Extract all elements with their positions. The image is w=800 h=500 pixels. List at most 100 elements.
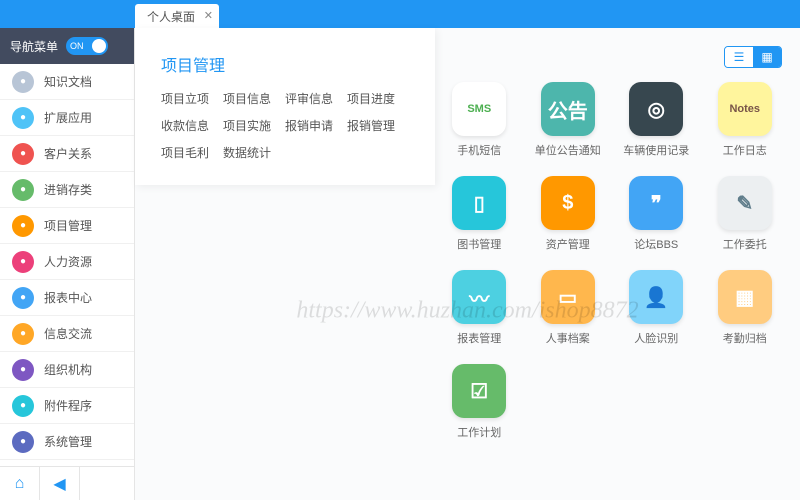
app-label: 报表管理 — [457, 330, 501, 346]
app-tile-12[interactable]: ☑工作计划 — [442, 364, 517, 440]
app-icon: ▭ — [541, 270, 595, 324]
nav-toggle-switch[interactable]: ON — [66, 37, 108, 55]
sidebar-item-6[interactable]: ●报表中心 — [0, 280, 134, 316]
nav-icon: ● — [12, 395, 34, 417]
popup-title: 项目管理 — [161, 52, 409, 76]
app-icon: 〰 — [452, 270, 506, 324]
sidebar-item-9[interactable]: ● 附件程序 — [0, 388, 134, 424]
app-tile-1[interactable]: 公告单位公告通知 — [531, 82, 606, 158]
app-icon: 👤 — [629, 270, 683, 324]
nav-icon: ● — [12, 215, 34, 237]
app-tile-5[interactable]: $ 资产管理 — [531, 176, 606, 252]
app-label: 图书管理 — [457, 236, 501, 252]
nav-icon: ● — [12, 431, 34, 453]
top-bar: 个人桌面 ✕ — [0, 0, 800, 28]
app-icon: $ — [541, 176, 595, 230]
nav-label: 信息交流 — [44, 325, 92, 342]
nav-label: 进销存类 — [44, 181, 92, 198]
home-icon[interactable]: ⌂ — [0, 467, 40, 500]
sidebar-item-10[interactable]: ● 系统管理 — [0, 424, 134, 460]
app-label: 人脸识别 — [634, 330, 678, 346]
nav-label: 项目管理 — [44, 217, 92, 234]
popup-link-4[interactable]: 收款信息 — [161, 117, 223, 134]
nav-label: 扩展应用 — [44, 109, 92, 126]
app-label: 资产管理 — [546, 236, 590, 252]
desktop-panel: ☰ ▦ SMS 手机短信 公告单位公告通知 ◎ 车辆使用记录 Notes 工作日志 ▯ 图书管理… — [442, 46, 782, 440]
sidebar-item-3[interactable]: ● 进销存类 — [0, 172, 134, 208]
popup-link-3[interactable]: 项目进度 — [347, 90, 409, 107]
app-icon: ❞ — [629, 176, 683, 230]
sidebar-item-5[interactable]: ● 人力资源 — [0, 244, 134, 280]
tab-label: 个人桌面 — [147, 8, 195, 25]
popup-links: 项目立项项目信息评审信息项目进度收款信息项目实施报销申请报销管理项目毛利数据统计 — [161, 90, 409, 161]
app-label: 考勤归档 — [723, 330, 767, 346]
popup-link-0[interactable]: 项目立项 — [161, 90, 223, 107]
app-label: 论坛BBS — [634, 236, 678, 252]
popup-link-7[interactable]: 报销管理 — [347, 117, 409, 134]
view-grid-button[interactable]: ▦ — [753, 47, 781, 67]
app-label: 工作委托 — [723, 236, 767, 252]
nav-icon: ● — [12, 143, 34, 165]
nav-icon: ● — [12, 251, 34, 273]
popup-link-1[interactable]: 项目信息 — [223, 90, 285, 107]
nav-icon: ● — [12, 71, 34, 93]
app-label: 工作日志 — [723, 142, 767, 158]
sidebar-item-2[interactable]: ● 客户关系 — [0, 136, 134, 172]
nav-list: ●知识文档●扩展应用●客户关系●进销存类●项目管理●人力资源●报表中心●信息交流… — [0, 64, 134, 466]
left-icon[interactable]: ◀ — [40, 467, 80, 500]
nav-icon: ● — [12, 323, 34, 345]
app-tile-6[interactable]: ❞ 论坛BBS — [619, 176, 694, 252]
app-icon: ▦ — [718, 270, 772, 324]
popup-link-8[interactable]: 项目毛利 — [161, 144, 223, 161]
app-icon: ✎ — [718, 176, 772, 230]
nav-label: 人力资源 — [44, 253, 92, 270]
app-icon: ☑ — [452, 364, 506, 418]
nav-icon: ● — [12, 287, 34, 309]
nav-toggle-bar: 导航菜单 ON — [0, 28, 134, 64]
sidebar: 导航菜单 ON ●知识文档●扩展应用●客户关系●进销存类●项目管理●人力资源●报… — [0, 28, 135, 500]
sidebar-item-0[interactable]: ●知识文档 — [0, 64, 134, 100]
nav-label: 系统管理 — [44, 433, 92, 450]
submenu-popup: 项目管理 项目立项项目信息评审信息项目进度收款信息项目实施报销申请报销管理项目毛… — [135, 28, 435, 185]
nav-toggle-label: 导航菜单 — [10, 38, 58, 55]
view-list-button[interactable]: ☰ — [725, 47, 753, 67]
app-icon: 公告 — [541, 82, 595, 136]
nav-icon: ● — [12, 359, 34, 381]
sidebar-item-8[interactable]: ● 组织机构 — [0, 352, 134, 388]
nav-label: 客户关系 — [44, 145, 92, 162]
app-tile-9[interactable]: ▭ 人事档案 — [531, 270, 606, 346]
close-icon[interactable]: ✕ — [204, 9, 213, 22]
app-tile-11[interactable]: ▦ 考勤归档 — [708, 270, 783, 346]
nav-label: 组织机构 — [44, 361, 92, 378]
app-label: 手机短信 — [457, 142, 501, 158]
app-tile-10[interactable]: 👤 人脸识别 — [619, 270, 694, 346]
tab-desktop[interactable]: 个人桌面 ✕ — [135, 4, 219, 28]
app-icon: ▯ — [452, 176, 506, 230]
app-tile-0[interactable]: SMS 手机短信 — [442, 82, 517, 158]
app-label: 单位公告通知 — [535, 142, 601, 158]
app-tile-7[interactable]: ✎ 工作委托 — [708, 176, 783, 252]
nav-label: 附件程序 — [44, 397, 92, 414]
app-grid: SMS 手机短信 公告单位公告通知 ◎ 车辆使用记录 Notes 工作日志 ▯ 图书管理 $ 资产管… — [442, 82, 782, 440]
popup-link-2[interactable]: 评审信息 — [285, 90, 347, 107]
popup-link-9[interactable]: 数据统计 — [223, 144, 285, 161]
app-tile-4[interactable]: ▯ 图书管理 — [442, 176, 517, 252]
sidebar-item-1[interactable]: ● 扩展应用 — [0, 100, 134, 136]
popup-link-6[interactable]: 报销申请 — [285, 117, 347, 134]
app-icon: ◎ — [629, 82, 683, 136]
nav-icon: ● — [12, 107, 34, 129]
app-icon: Notes — [718, 82, 772, 136]
popup-link-5[interactable]: 项目实施 — [223, 117, 285, 134]
app-icon: SMS — [452, 82, 506, 136]
app-tile-2[interactable]: ◎ 车辆使用记录 — [619, 82, 694, 158]
app-tile-3[interactable]: Notes 工作日志 — [708, 82, 783, 158]
sidebar-item-4[interactable]: ● 项目管理 — [0, 208, 134, 244]
nav-icon: ● — [12, 179, 34, 201]
sidebar-item-7[interactable]: ● 信息交流 — [0, 316, 134, 352]
main-area: 项目管理 项目立项项目信息评审信息项目进度收款信息项目实施报销申请报销管理项目毛… — [135, 28, 800, 500]
app-tile-8[interactable]: 〰报表管理 — [442, 270, 517, 346]
app-label: 车辆使用记录 — [623, 142, 689, 158]
bottom-bar: ⌂ ◀ — [0, 466, 134, 500]
app-label: 人事档案 — [546, 330, 590, 346]
view-toggle: ☰ ▦ — [442, 46, 782, 68]
